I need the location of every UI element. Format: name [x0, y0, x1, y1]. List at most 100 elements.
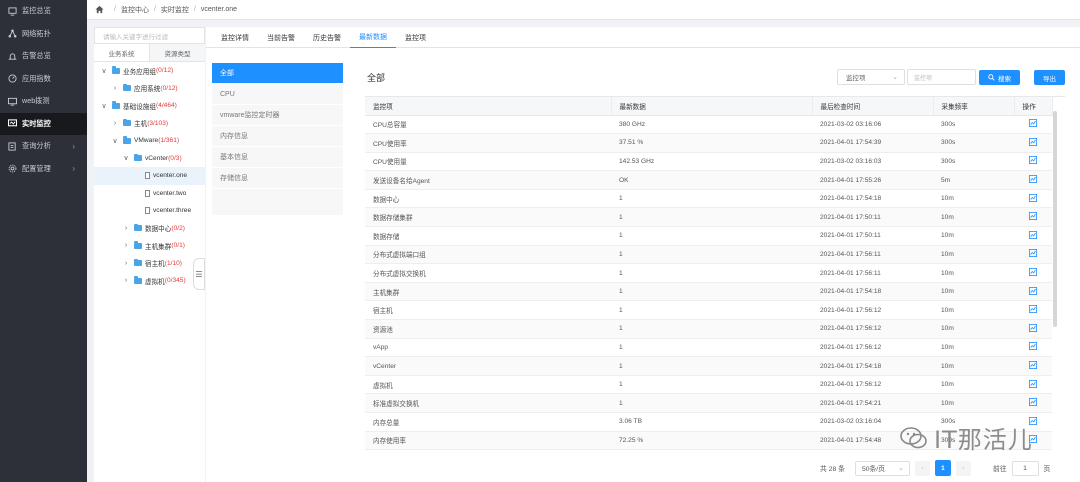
chart-view-icon[interactable]: [1029, 175, 1037, 184]
chart-view-icon[interactable]: [1029, 305, 1037, 314]
table-cell: 1: [611, 375, 812, 395]
tree-toggle-icon[interactable]: ›: [111, 85, 119, 92]
tree-node[interactable]: ∨ VMware (1/361): [94, 132, 205, 150]
tree-toggle-icon[interactable]: ∨: [111, 137, 119, 145]
search-input[interactable]: 监控项: [907, 69, 976, 85]
folder-icon: [112, 66, 120, 74]
subnav-item-2[interactable]: vmware监控定时器: [212, 105, 343, 126]
tree-node[interactable]: › 宿主机 (1/10): [94, 255, 205, 273]
tab-1[interactable]: 当前告警: [258, 27, 304, 48]
chevron-down-icon: ⌄: [892, 74, 898, 81]
chart-view-icon[interactable]: [1029, 212, 1037, 221]
tree-node[interactable]: ∨ 业务应用组 (0/12): [94, 62, 205, 80]
subnav-item-1[interactable]: CPU: [212, 84, 343, 105]
sidebar-item-0[interactable]: 监控总览: [0, 0, 87, 23]
tree-toggle-icon[interactable]: ›: [122, 277, 130, 284]
breadcrumb-item-monitor-center[interactable]: 监控中心: [121, 5, 149, 15]
table-cell: 1: [611, 263, 812, 283]
subnav-item-4[interactable]: 基本信息: [212, 147, 343, 168]
tree-search-input[interactable]: 请输入关键字进行过滤: [94, 27, 205, 44]
chart-view-icon[interactable]: [1029, 379, 1037, 388]
chart-view-icon[interactable]: [1029, 249, 1037, 258]
tree-toggle-icon[interactable]: ∨: [122, 154, 130, 162]
tree-node[interactable]: › 数据中心 (0/2): [94, 220, 205, 238]
settings-icon: [7, 164, 17, 174]
breadcrumb-item-realtime[interactable]: 实时监控: [161, 5, 189, 15]
tree-node-label: 宿主机: [145, 261, 165, 269]
chart-view-icon[interactable]: [1029, 119, 1037, 128]
subnav-item-3[interactable]: 内存信息: [212, 126, 343, 147]
table-scrollbar[interactable]: [1053, 111, 1057, 327]
tree-toggle-icon[interactable]: ∨: [100, 102, 108, 110]
table-cell: 10m: [933, 319, 1014, 339]
subnav-item-0[interactable]: 全部: [212, 63, 343, 84]
collapse-handle[interactable]: ☰: [193, 258, 205, 290]
sidebar-item-4[interactable]: web拨测: [0, 90, 87, 113]
sidebar-item-2[interactable]: 告警总览: [0, 45, 87, 68]
tree-node[interactable]: › 虚拟机 (0/345): [94, 272, 205, 290]
tree-tab-resource-type[interactable]: 资源类型: [149, 44, 205, 61]
tree-toggle-icon[interactable]: ∨: [100, 67, 108, 75]
tree-toggle-icon[interactable]: ›: [111, 120, 119, 127]
tree-node[interactable]: vcenter.one: [94, 167, 205, 185]
sidebar-item-7[interactable]: 配置管理 ›: [0, 158, 87, 181]
folder-icon: [134, 241, 142, 249]
chart-view-icon[interactable]: [1029, 342, 1037, 351]
tree-node[interactable]: › 主机 (3/103): [94, 115, 205, 133]
subnav-item-5[interactable]: 存储信息: [212, 168, 343, 189]
tab-0[interactable]: 监控详情: [212, 27, 258, 48]
tree-node[interactable]: ∨ vCenter (0/3): [94, 150, 205, 168]
sidebar-item-6[interactable]: 查询分析 ›: [0, 135, 87, 158]
tree-toggle-icon[interactable]: ›: [122, 260, 130, 267]
tree-tab-business[interactable]: 业务系统: [94, 44, 149, 61]
chart-view-icon[interactable]: [1029, 230, 1037, 239]
tree-node[interactable]: vcenter.three: [94, 202, 205, 220]
chart-view-icon[interactable]: [1029, 286, 1037, 295]
goto-page-input[interactable]: 1: [1011, 460, 1039, 476]
tab-3[interactable]: 最新数据: [350, 27, 396, 48]
monitor-item-select[interactable]: 监控项 ⌄: [837, 69, 905, 85]
chart-view-icon[interactable]: [1029, 137, 1037, 146]
table-body: CPU总容量 380 GHz 2021-03-02 03:16:06 300s CPU使…: [365, 115, 1052, 451]
bell-icon: [7, 51, 17, 61]
table-cell-actions: [1014, 207, 1052, 228]
table-row: 数据中心 1 2021-04-01 17:54:18 10m: [365, 189, 1052, 209]
chart-view-icon[interactable]: [1029, 193, 1037, 202]
table-cell: 2021-04-01 17:54:18: [812, 282, 933, 302]
tree-toggle-icon[interactable]: ›: [122, 225, 130, 232]
home-icon[interactable]: [95, 5, 104, 14]
sidebar-item-label: web拨测: [22, 96, 50, 106]
page-size-select[interactable]: 50条/页 ⌄: [854, 460, 910, 476]
sidebar-item-1[interactable]: 网络拓扑: [0, 23, 87, 46]
next-page-button[interactable]: ›: [955, 460, 971, 476]
tree-node[interactable]: vcenter.two: [94, 185, 205, 203]
tree-node[interactable]: › 主机集群 (0/1): [94, 237, 205, 255]
sidebar-item-label: 告警总览: [22, 51, 51, 61]
table-cell: 2021-04-01 17:56:12: [812, 319, 933, 339]
table-cell: 2021-03-02 03:16:06: [812, 115, 933, 135]
tab-2[interactable]: 历史告警: [304, 27, 350, 48]
tab-4[interactable]: 监控项: [396, 27, 435, 48]
tree-toggle-icon[interactable]: ›: [122, 242, 130, 249]
screen-icon: [7, 96, 17, 106]
chevron-right-icon: ›: [72, 141, 75, 151]
search-button[interactable]: 搜索: [979, 70, 1020, 85]
tree-node[interactable]: ∨ 基础设施组 (4/464): [94, 97, 205, 115]
table-cell: 2021-04-01 17:54:18: [812, 356, 933, 376]
table-cell: 10m: [933, 282, 1014, 302]
chart-view-icon[interactable]: [1029, 268, 1037, 277]
table-cell: 300s: [933, 115, 1014, 135]
chart-view-icon[interactable]: [1029, 156, 1037, 165]
export-button[interactable]: 导出: [1034, 70, 1065, 85]
chart-view-icon[interactable]: [1029, 361, 1037, 370]
sidebar-item-3[interactable]: 应用指数: [0, 68, 87, 91]
prev-page-button[interactable]: ‹: [914, 460, 930, 476]
chart-view-icon[interactable]: [1029, 398, 1037, 407]
tree-node-label: 应用系统: [134, 86, 161, 94]
chart-view-icon[interactable]: [1029, 323, 1037, 332]
page-number-current[interactable]: 1: [934, 460, 951, 476]
sidebar-item-5[interactable]: 实时监控: [0, 112, 87, 135]
tree-node[interactable]: › 应用系统 (0/12): [94, 80, 205, 98]
tree-node-label: vCenter: [145, 154, 169, 162]
breadcrumb-sep: /: [193, 6, 196, 13]
